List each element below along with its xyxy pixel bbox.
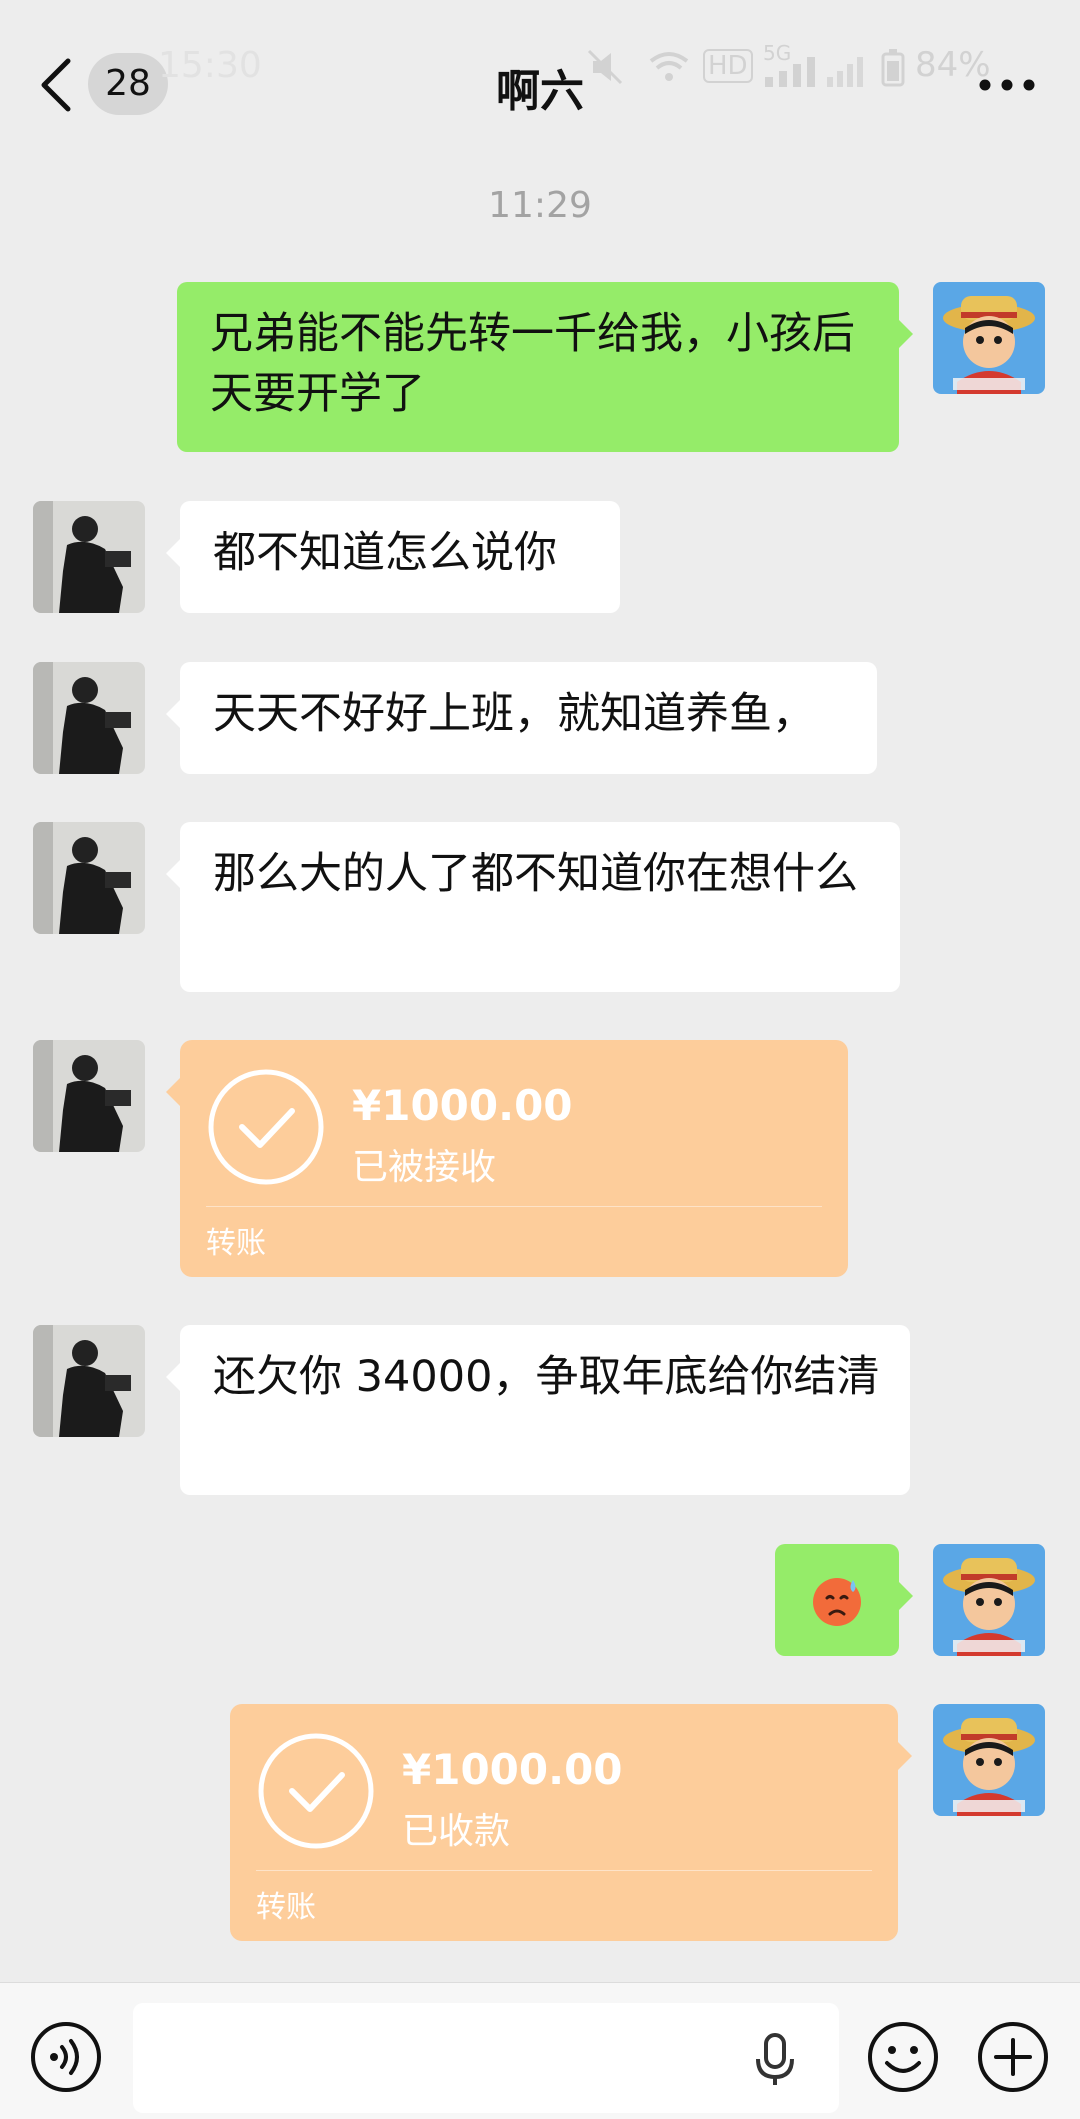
wifi-icon: [649, 52, 689, 81]
hd-indicator: HD: [703, 49, 753, 83]
battery-icon: [881, 49, 905, 87]
contact-avatar[interactable]: [33, 822, 145, 934]
message-text: 还欠你 34000，争取年底给你结清: [213, 1352, 880, 1402]
transfer-card[interactable]: ¥1000.00 已被接收 转账: [166, 1040, 848, 1277]
message-bubble-received[interactable]: 天天不好好上班，就知道养鱼，: [166, 662, 877, 774]
message-timestamp: 11:29: [488, 185, 592, 226]
checkmark-circle-icon: [208, 1069, 324, 1185]
contact-avatar[interactable]: [33, 1325, 145, 1437]
message-text: 兄弟能不能先转一千给我，小孩后天要开学了: [210, 309, 855, 419]
transfer-status: 已收款: [402, 1811, 511, 1852]
more-dots-icon[interactable]: [975, 70, 1039, 100]
message-bubble-received[interactable]: 还欠你 34000，争取年底给你结清: [166, 1325, 910, 1495]
microphone-icon[interactable]: [753, 2033, 797, 2087]
transfer-card[interactable]: ¥1000.00 已收款 转账: [230, 1704, 912, 1941]
transfer-amount: ¥1000.00: [352, 1081, 573, 1130]
signal-icon: [765, 57, 815, 87]
message-text: 那么大的人了都不知道你在想什么: [213, 849, 858, 899]
my-avatar[interactable]: [933, 1704, 1045, 1816]
plus-icon[interactable]: [977, 2021, 1049, 2093]
message-text: 天天不好好上班，就知道养鱼，: [213, 689, 815, 739]
transfer-label: 转账: [256, 1890, 316, 1925]
my-avatar[interactable]: [933, 1544, 1045, 1656]
contact-avatar[interactable]: [33, 1040, 145, 1152]
transfer-label: 转账: [206, 1226, 266, 1261]
input-toolbar: [0, 1982, 1080, 2119]
transfer-status: 已被接收: [352, 1147, 497, 1188]
voice-icon[interactable]: [30, 2021, 102, 2093]
message-bubble-sent-emoji[interactable]: [775, 1544, 913, 1656]
message-bubble-sent[interactable]: 兄弟能不能先转一千给我，小孩后天要开学了: [177, 282, 913, 452]
message-input[interactable]: [133, 2003, 839, 2113]
status-bar-icons: HD 5G 84%: [585, 41, 1015, 95]
contact-avatar[interactable]: [33, 501, 145, 613]
my-avatar[interactable]: [933, 282, 1045, 394]
signal-2-icon: [827, 57, 863, 87]
contact-avatar[interactable]: [33, 662, 145, 774]
sweating-sad-face-emoji-icon: [813, 1578, 861, 1626]
checkmark-circle-icon: [258, 1733, 374, 1849]
chat-header: 28 15:30 啊六 HD 5G 84%: [0, 0, 1080, 170]
transfer-divider: [256, 1870, 872, 1871]
message-bubble-received[interactable]: 都不知道怎么说你: [166, 501, 620, 613]
message-text: 都不知道怎么说你: [213, 528, 557, 578]
mute-icon: [587, 49, 623, 85]
transfer-amount: ¥1000.00: [402, 1745, 623, 1794]
transfer-divider: [206, 1206, 822, 1207]
emoji-icon[interactable]: [867, 2021, 939, 2093]
message-bubble-received[interactable]: 那么大的人了都不知道你在想什么: [166, 822, 900, 992]
